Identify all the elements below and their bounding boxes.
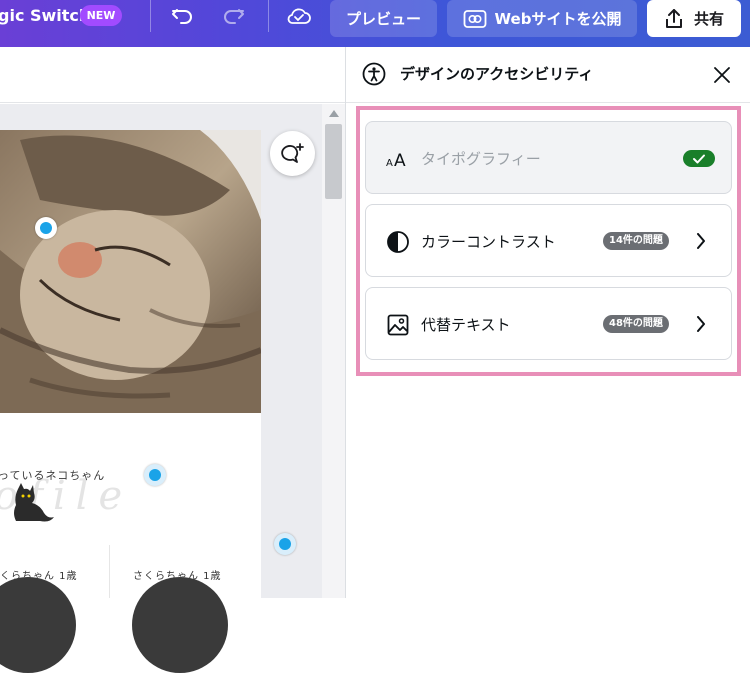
typography-item[interactable]: AA タイポグラフィー	[365, 121, 732, 194]
chevron-right-icon	[694, 231, 708, 251]
comment-add-icon	[280, 142, 305, 166]
magic-switch-label[interactable]: gic Switch	[0, 6, 90, 25]
collaborator-cursor-dot	[144, 464, 166, 486]
alt-text-item[interactable]: 代替テキスト 48件の問題	[365, 287, 732, 360]
publish-website-button[interactable]: Webサイトを公開	[447, 0, 637, 37]
issue-count-badge: 48件の問題	[603, 315, 669, 333]
undo-icon[interactable]	[169, 3, 195, 29]
alt-text-label: 代替テキスト	[421, 316, 511, 334]
image-icon	[385, 312, 411, 338]
cat-photo[interactable]	[0, 130, 261, 413]
contrast-icon	[385, 229, 411, 255]
share-label: 共有	[693, 10, 724, 28]
toolbar-divider	[268, 0, 269, 32]
typography-label: タイポグラフィー	[421, 150, 541, 168]
scroll-up-arrow-icon[interactable]	[329, 110, 339, 117]
color-contrast-label: カラーコントラスト	[421, 233, 556, 251]
close-icon[interactable]	[710, 63, 734, 87]
share-button[interactable]: 共有	[647, 0, 741, 37]
card-divider	[109, 545, 110, 598]
svg-text:A: A	[386, 158, 393, 169]
check-icon	[683, 150, 715, 167]
chevron-right-icon	[694, 314, 708, 334]
publish-label: Webサイトを公開	[494, 10, 622, 28]
collaborator-cursor-dot	[274, 533, 296, 555]
cloud-saved-icon[interactable]	[286, 3, 312, 29]
panel-header: デザインのアクセシビリティ	[346, 47, 750, 103]
collaborator-cursor-dot	[35, 217, 57, 239]
panel-title: デザインのアクセシビリティ	[400, 65, 594, 83]
share-icon	[664, 8, 684, 30]
issue-count-badge: 14件の問題	[603, 232, 669, 250]
svg-text:A: A	[394, 151, 406, 169]
color-contrast-item[interactable]: カラーコントラスト 14件の問題	[365, 204, 732, 277]
accessibility-panel: デザインのアクセシビリティ AA タイポグラフィー カラーコントラスト 14件の…	[345, 47, 750, 598]
profile-caption: っているネコちゃん	[0, 469, 106, 482]
redo-icon[interactable]	[221, 3, 247, 29]
canvas-header-strip	[0, 47, 345, 103]
cat-silhouette-icon	[10, 483, 54, 527]
publish-icon	[463, 9, 487, 29]
typography-icon: AA	[385, 146, 411, 172]
scrollbar-thumb[interactable]	[325, 124, 342, 199]
cat-circle-photo-right[interactable]	[132, 577, 228, 673]
add-comment-button[interactable]	[270, 131, 315, 176]
new-badge: NEW	[80, 5, 122, 26]
preview-button[interactable]: プレビュー	[330, 0, 437, 37]
preview-label: プレビュー	[345, 10, 421, 28]
toolbar-divider	[150, 0, 151, 32]
accessibility-icon	[362, 62, 386, 90]
top-toolbar: gic Switch NEW プレビュー Webサイトを公開 共有	[0, 0, 750, 47]
